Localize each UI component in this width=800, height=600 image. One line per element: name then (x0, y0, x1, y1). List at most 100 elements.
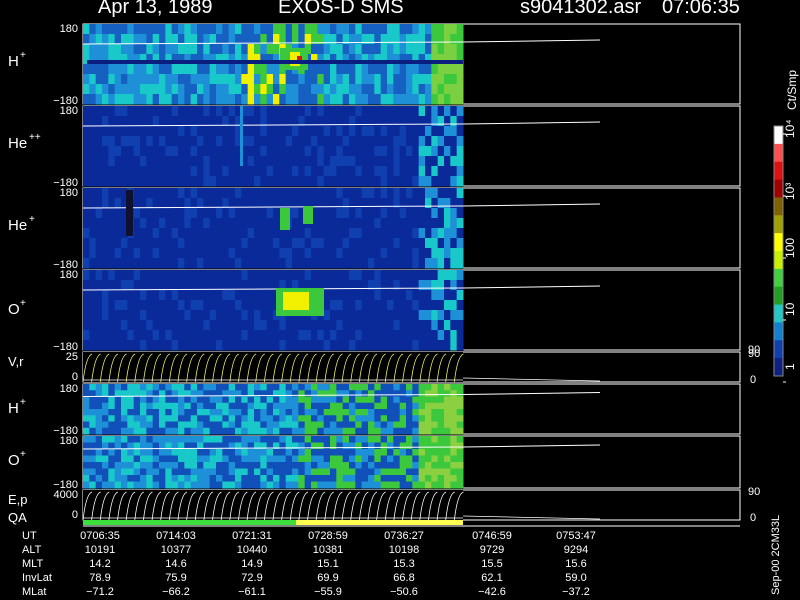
heatmap-cell (387, 390, 394, 397)
heatmap-cell (133, 455, 141, 463)
heatmap-cell (260, 320, 268, 331)
heatmap-cell (412, 330, 420, 341)
heatmap-cell (260, 94, 268, 105)
heatmap-cell (114, 208, 122, 219)
heatmap-cell (311, 176, 318, 187)
heatmap-cell (165, 396, 173, 404)
heatmap-cell (197, 218, 204, 229)
heatmap-cell (159, 218, 166, 229)
heatmap-cell (108, 248, 116, 259)
heatmap-cell (387, 238, 394, 249)
heatmap-cell (121, 166, 128, 177)
heatmap-cell (273, 136, 280, 147)
heatmap-cell (127, 116, 135, 127)
heatmap-cell (399, 34, 407, 45)
heatmap-cell (380, 340, 388, 351)
heatmap-cell (102, 166, 109, 177)
heatmap-cell (349, 176, 356, 187)
heatmap-cell (216, 166, 223, 177)
heatmap-cell (171, 384, 179, 391)
heatmap-cell (235, 218, 242, 229)
heatmap-cell (165, 238, 173, 249)
heatmap-cell (456, 409, 464, 416)
heatmap-cell (127, 34, 135, 45)
heatmap-cell (159, 156, 166, 167)
heatmap-cell (190, 106, 198, 117)
heatmap-cell (342, 384, 350, 391)
heatmap-cell (418, 415, 426, 422)
heatmap-cell (222, 310, 230, 321)
heatmap-cell (184, 270, 192, 281)
heatmap-cell (121, 44, 128, 55)
heatmap-cell (317, 136, 325, 147)
heatmap-cell (178, 188, 185, 199)
heatmap-cell (456, 106, 464, 117)
heatmap-cell (393, 280, 401, 291)
heatmap-cell (292, 384, 299, 391)
heatmap-cell (83, 228, 90, 239)
heatmap-cell (241, 44, 249, 55)
heatmap-cell (292, 449, 299, 456)
heatmap-cell (254, 146, 261, 157)
heatmap-cell (380, 156, 388, 167)
heatmap-cell (456, 427, 464, 435)
heatmap-cell (178, 449, 185, 456)
heatmap-cell (140, 384, 147, 391)
heatmap-cell (323, 455, 331, 463)
heatmap-cell (146, 290, 154, 301)
heatmap-cell (165, 136, 173, 147)
heatmap-cell (146, 126, 154, 137)
heatmap-cell (425, 415, 432, 422)
heatmap-cell (216, 84, 223, 95)
heatmap-cell (330, 218, 337, 229)
heatmap-cell (108, 468, 116, 476)
heatmap-cell (133, 238, 141, 249)
heatmap-cell (456, 442, 464, 450)
heatmap-cell (355, 156, 363, 167)
heatmap-cell (393, 270, 401, 281)
heatmap-cell (171, 74, 179, 85)
heatmap-cell (146, 320, 154, 331)
heatmap-cell (374, 64, 382, 75)
heatmap-cell (152, 146, 160, 157)
heatmap-cell (133, 24, 141, 35)
heatmap-cell (95, 228, 103, 239)
heatmap-cell (444, 384, 451, 391)
heatmap-cell (355, 427, 363, 435)
heatmap-cell (387, 156, 394, 167)
heatmap-cell (89, 44, 97, 55)
heatmap-cell (431, 198, 439, 209)
heatmap-cell (304, 74, 312, 85)
heatmap-cell (304, 390, 312, 397)
heatmap-cell (152, 384, 160, 391)
heatmap-cell (456, 248, 464, 259)
heatmap-cell (140, 188, 147, 199)
heatmap-cell (349, 136, 356, 147)
heatmap-cell (311, 427, 318, 435)
table-cell: 10377 (160, 544, 192, 556)
heatmap-cell (374, 455, 382, 463)
heatmap-cell (247, 208, 255, 219)
heatmap-cell (393, 238, 401, 249)
heatmap-cell (387, 176, 394, 187)
heatmap-cell (355, 218, 363, 229)
heatmap-cell (247, 146, 255, 157)
heatmap-cell (374, 421, 382, 429)
heatmap-cell (444, 300, 451, 311)
heatmap-cell (133, 258, 141, 269)
heatmap-cell (304, 468, 312, 476)
heatmap-cell (323, 310, 331, 321)
heatmap-cell (247, 126, 255, 137)
heatmap-cell (89, 64, 97, 75)
heatmap-cell (121, 402, 128, 410)
heatmap-cell (260, 176, 268, 187)
heatmap-cell (311, 390, 318, 397)
heatmap-cell (152, 208, 160, 219)
heatmap-cell (298, 421, 306, 429)
heatmap-cell (83, 270, 90, 281)
right-tick-top: 90 (748, 486, 760, 498)
heatmap-cell (279, 270, 287, 281)
heatmap-cell (241, 320, 249, 331)
heatmap-cell (311, 258, 318, 269)
heatmap-cell (355, 84, 363, 95)
